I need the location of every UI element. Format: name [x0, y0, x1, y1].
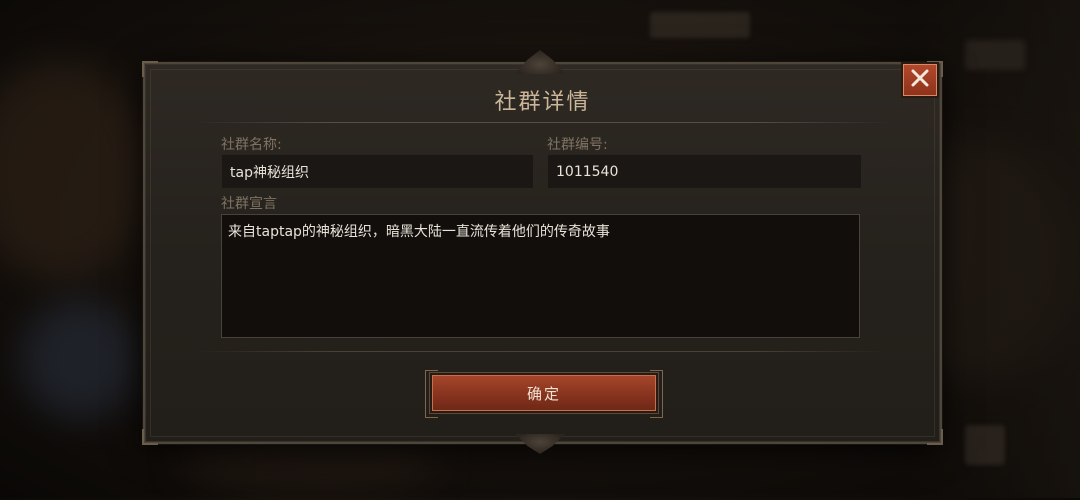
confirm-button[interactable]: 确定 [425, 370, 663, 418]
background-side-button [965, 425, 1005, 465]
name-label: 社群名称: [221, 137, 282, 153]
confirm-button-label: 确定 [526, 384, 561, 403]
close-icon [911, 69, 929, 91]
corner-ornament [142, 429, 158, 445]
community-details-dialog: 社群详情 社群名称: tap神秘组织 社群编号: 1011540 社群宣言 来自… [142, 50, 943, 454]
close-button[interactable] [903, 64, 937, 96]
declaration-label: 社群宣言 [221, 196, 277, 212]
id-label: 社群编号: [547, 137, 608, 153]
corner-ornament [927, 429, 943, 445]
button-ornament [425, 370, 438, 418]
declaration-textarea[interactable]: 来自taptap的神秘组织，暗黑大陆一直流传着他们的传奇故事 [221, 214, 860, 338]
bottom-divider [195, 351, 890, 352]
background-label [650, 12, 750, 38]
corner-ornament [142, 61, 158, 77]
button-ornament [650, 370, 663, 418]
background-side-button [965, 40, 1025, 70]
name-field[interactable]: tap神秘组织 [221, 154, 534, 189]
title-divider [195, 122, 890, 123]
id-field[interactable]: 1011540 [547, 154, 862, 189]
dialog-title: 社群详情 [494, 90, 591, 115]
